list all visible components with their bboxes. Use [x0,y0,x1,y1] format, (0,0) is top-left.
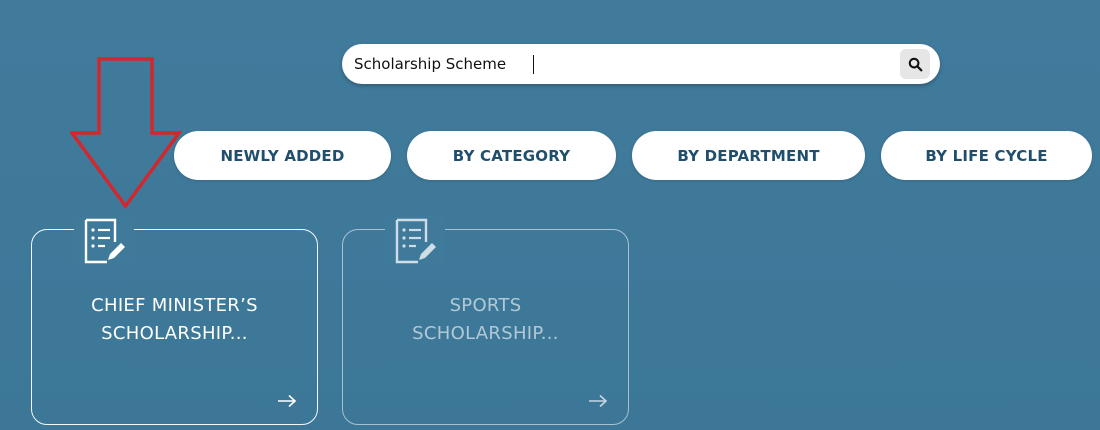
filter-label: BY DEPARTMENT [677,146,820,165]
filter-label: BY LIFE CYCLE [925,146,1048,165]
arrow-right-icon[interactable] [588,394,608,408]
card-title-line: SCHOLARSHIP... [412,323,559,344]
filter-by-department[interactable]: BY DEPARTMENT [632,131,865,180]
arrow-right-icon[interactable] [277,394,297,408]
text-caret [533,54,534,74]
card-title-line: CHIEF MINISTER’S [91,295,258,316]
card-title: CHIEF MINISTER’S SCHOLARSHIP... [32,292,317,348]
filter-by-category[interactable]: BY CATEGORY [407,131,616,180]
filter-label: BY CATEGORY [452,146,571,165]
card-icon-tab [74,216,134,266]
filter-newly-added[interactable]: NEWLY ADDED [174,131,391,180]
scheme-card-sports-scholarship[interactable]: SPORTS SCHOLARSHIP... [342,216,629,425]
search-bar[interactable] [342,44,940,84]
search-input[interactable] [354,49,532,79]
document-edit-icon [395,218,436,264]
annotation-arrow-icon [70,57,182,209]
search-button[interactable] [900,49,930,79]
card-title-line: SCHOLARSHIP... [101,323,248,344]
scheme-card-chief-ministers-scholarship[interactable]: CHIEF MINISTER’S SCHOLARSHIP... [31,216,318,425]
card-icon-tab [385,216,445,266]
card-title-line: SPORTS [449,295,522,316]
page: NEWLY ADDED BY CATEGORY BY DEPARTMENT BY… [0,0,1100,430]
filter-by-life-cycle[interactable]: BY LIFE CYCLE [881,131,1092,180]
filter-label: NEWLY ADDED [220,146,345,165]
card-title: SPORTS SCHOLARSHIP... [343,292,628,348]
document-edit-icon [84,218,125,264]
search-icon [908,57,922,71]
